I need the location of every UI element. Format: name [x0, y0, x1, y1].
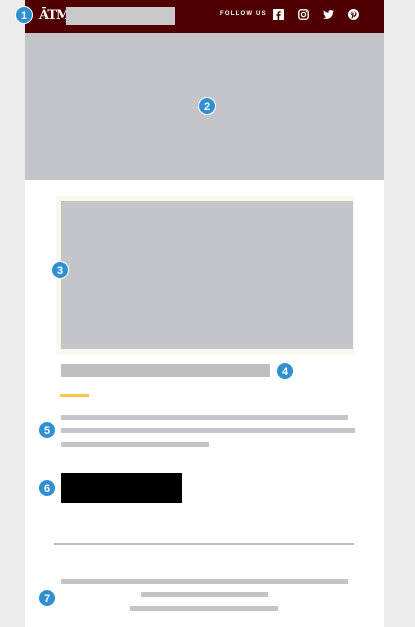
feature-image-placeholder[interactable]	[61, 201, 353, 349]
footer-text-line	[61, 579, 348, 584]
pinterest-icon[interactable]	[348, 9, 359, 20]
annotation-badge-5: 5	[38, 421, 56, 439]
annotation-badge-6: 6	[38, 479, 56, 497]
cta-button[interactable]	[61, 473, 182, 503]
facebook-icon[interactable]	[273, 9, 284, 20]
header-title-placeholder	[66, 7, 175, 25]
annotation-badge-2: 2	[198, 97, 216, 115]
footer-text-line	[141, 592, 268, 597]
body-text-line	[61, 442, 209, 447]
follow-us-label: FOLLOW US	[220, 11, 267, 17]
body-text-line	[61, 415, 348, 420]
accent-rule	[60, 394, 89, 397]
annotation-badge-1: 1	[15, 6, 33, 24]
tamu-logo[interactable]: ĀTM	[39, 7, 70, 25]
instagram-icon[interactable]	[298, 9, 309, 20]
annotation-badge-4: 4	[276, 362, 294, 380]
footer-text-line	[130, 606, 278, 611]
body-text-line	[61, 428, 355, 433]
section-divider	[54, 543, 354, 545]
annotation-badge-7: 7	[38, 589, 56, 607]
annotation-badge-3: 3	[51, 261, 69, 279]
headline-placeholder	[61, 364, 270, 377]
twitter-icon[interactable]	[323, 9, 334, 20]
